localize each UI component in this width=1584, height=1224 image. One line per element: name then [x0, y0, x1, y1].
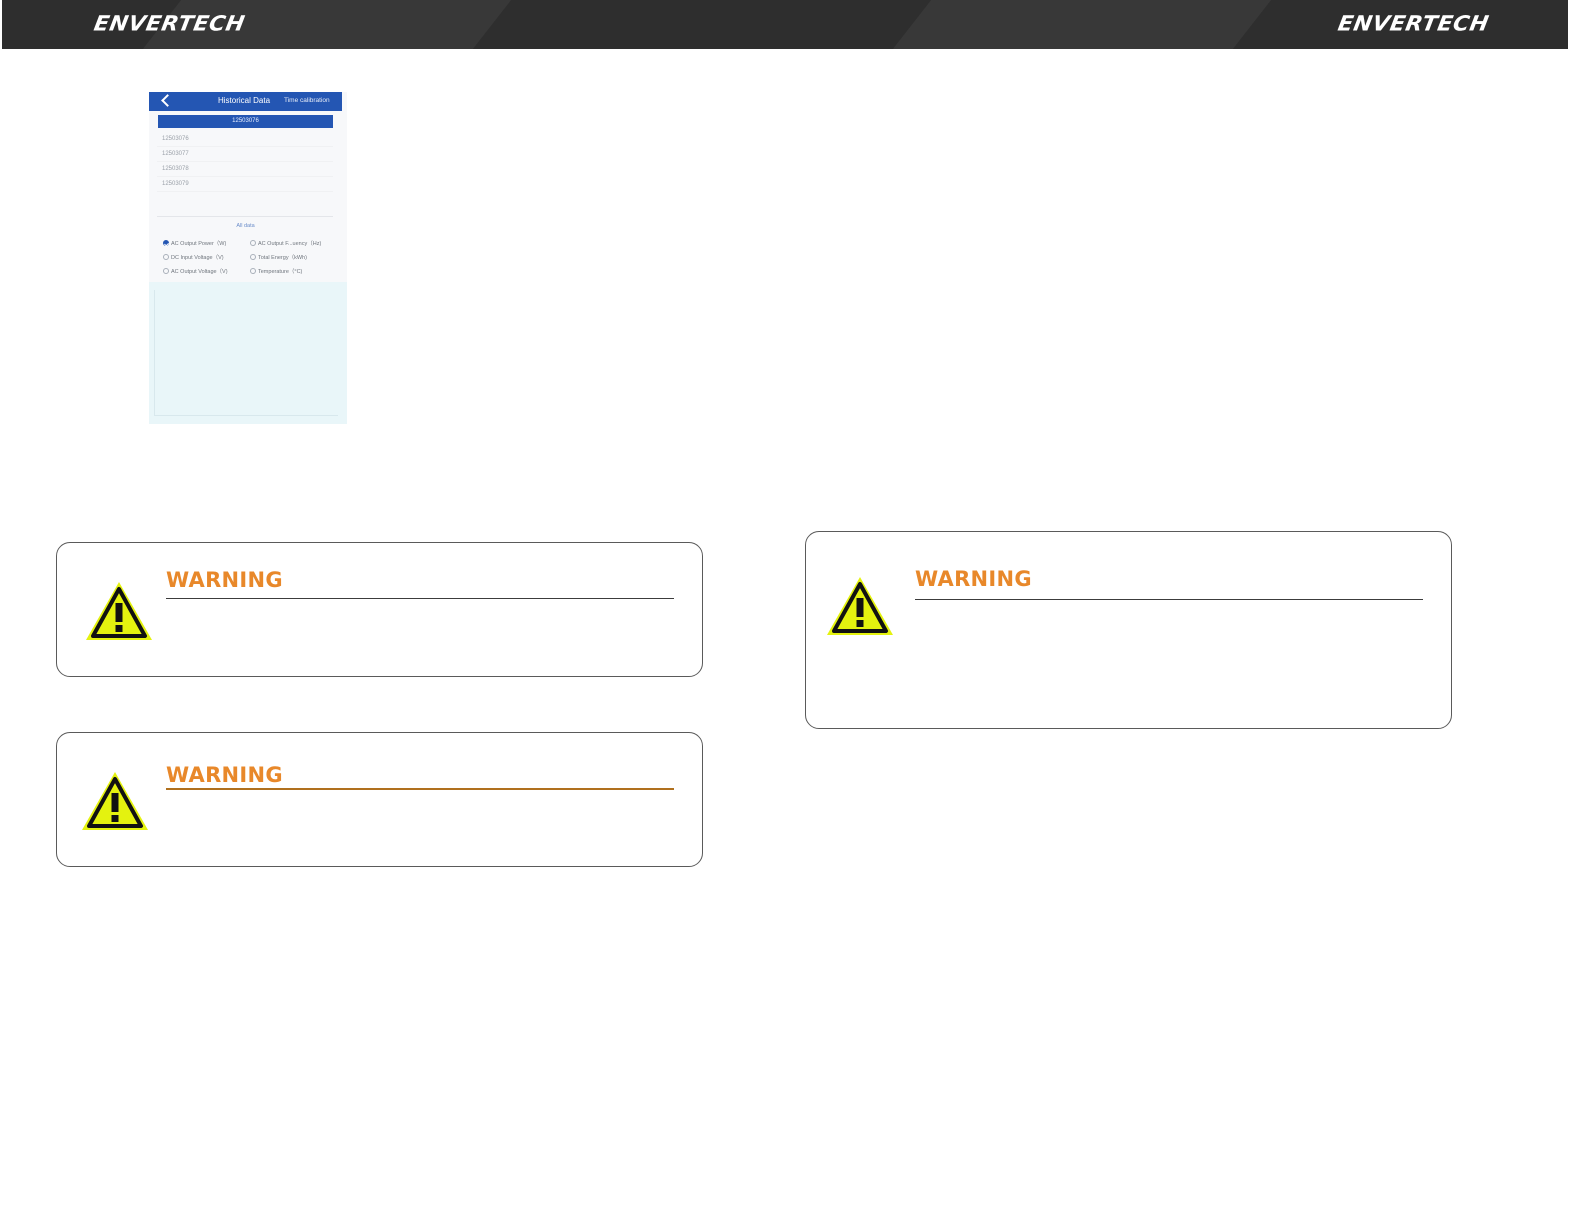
- param-option[interactable]: AC Output Voltage（V): [163, 267, 228, 275]
- warning-triangle-icon: [86, 582, 152, 640]
- param-label: AC Output Voltage（V): [171, 269, 228, 275]
- chart-area: [149, 282, 347, 424]
- serial-number-item[interactable]: 12503077: [157, 147, 333, 162]
- param-label: Total Energy（kWh): [258, 255, 307, 261]
- serial-number-item[interactable]: 12503076: [157, 132, 333, 147]
- param-option[interactable]: AC Output F...uency（Hz): [250, 239, 321, 247]
- list-divider: [157, 188, 333, 217]
- param-option[interactable]: Temperature（°C): [250, 267, 302, 275]
- param-option[interactable]: DC Input Voltage（V): [163, 253, 224, 261]
- checkbox-icon[interactable]: [163, 268, 169, 274]
- warning-title: WARNING: [915, 567, 1032, 591]
- serial-number-list: 12503076 12503077 12503078 12503079: [157, 132, 333, 192]
- checkbox-icon[interactable]: [250, 240, 256, 246]
- checkbox-checked-icon[interactable]: [163, 240, 169, 246]
- warning-divider: [166, 598, 674, 599]
- warning-title: WARNING: [166, 763, 283, 787]
- checkbox-icon[interactable]: [163, 254, 169, 260]
- time-calibration-link[interactable]: Time calibration: [284, 97, 330, 104]
- serial-number-item[interactable]: 12503078: [157, 162, 333, 177]
- warning-box: WARNING: [56, 542, 703, 677]
- warning-divider: [915, 599, 1423, 600]
- warning-triangle-icon: [82, 772, 148, 830]
- page-header: ENVERTECH ENVERTECH: [2, 0, 1568, 49]
- param-label: Temperature（°C): [258, 269, 303, 275]
- warning-title: WARNING: [166, 568, 283, 592]
- warning-triangle-icon: [827, 577, 893, 635]
- all-data-label[interactable]: All data: [149, 223, 342, 229]
- warning-box: WARNING: [56, 732, 703, 867]
- warning-box: WARNING: [805, 531, 1452, 729]
- app-screenshot: Historical Data Time calibration 1250307…: [149, 92, 347, 424]
- selected-serial-number[interactable]: 12503076: [158, 115, 333, 128]
- param-label: AC Output F...uency（Hz): [258, 241, 322, 247]
- chart-frame: [154, 290, 338, 416]
- app-page-title: Historical Data: [218, 96, 271, 105]
- app-title-bar: Historical Data Time calibration: [149, 92, 342, 111]
- checkbox-icon[interactable]: [250, 254, 256, 260]
- warning-divider: [166, 788, 674, 790]
- param-option[interactable]: AC Output Power（W): [163, 239, 226, 247]
- envertech-logo-left: ENVERTECH: [91, 12, 247, 37]
- param-option[interactable]: Total Energy（kWh): [250, 253, 307, 261]
- envertech-logo-right: ENVERTECH: [1335, 12, 1491, 37]
- checkbox-icon[interactable]: [250, 268, 256, 274]
- param-label: DC Input Voltage（V): [171, 255, 224, 261]
- param-label: AC Output Power（W): [171, 241, 227, 247]
- back-arrow-icon[interactable]: [161, 94, 174, 107]
- header-stripe: [892, 0, 1272, 49]
